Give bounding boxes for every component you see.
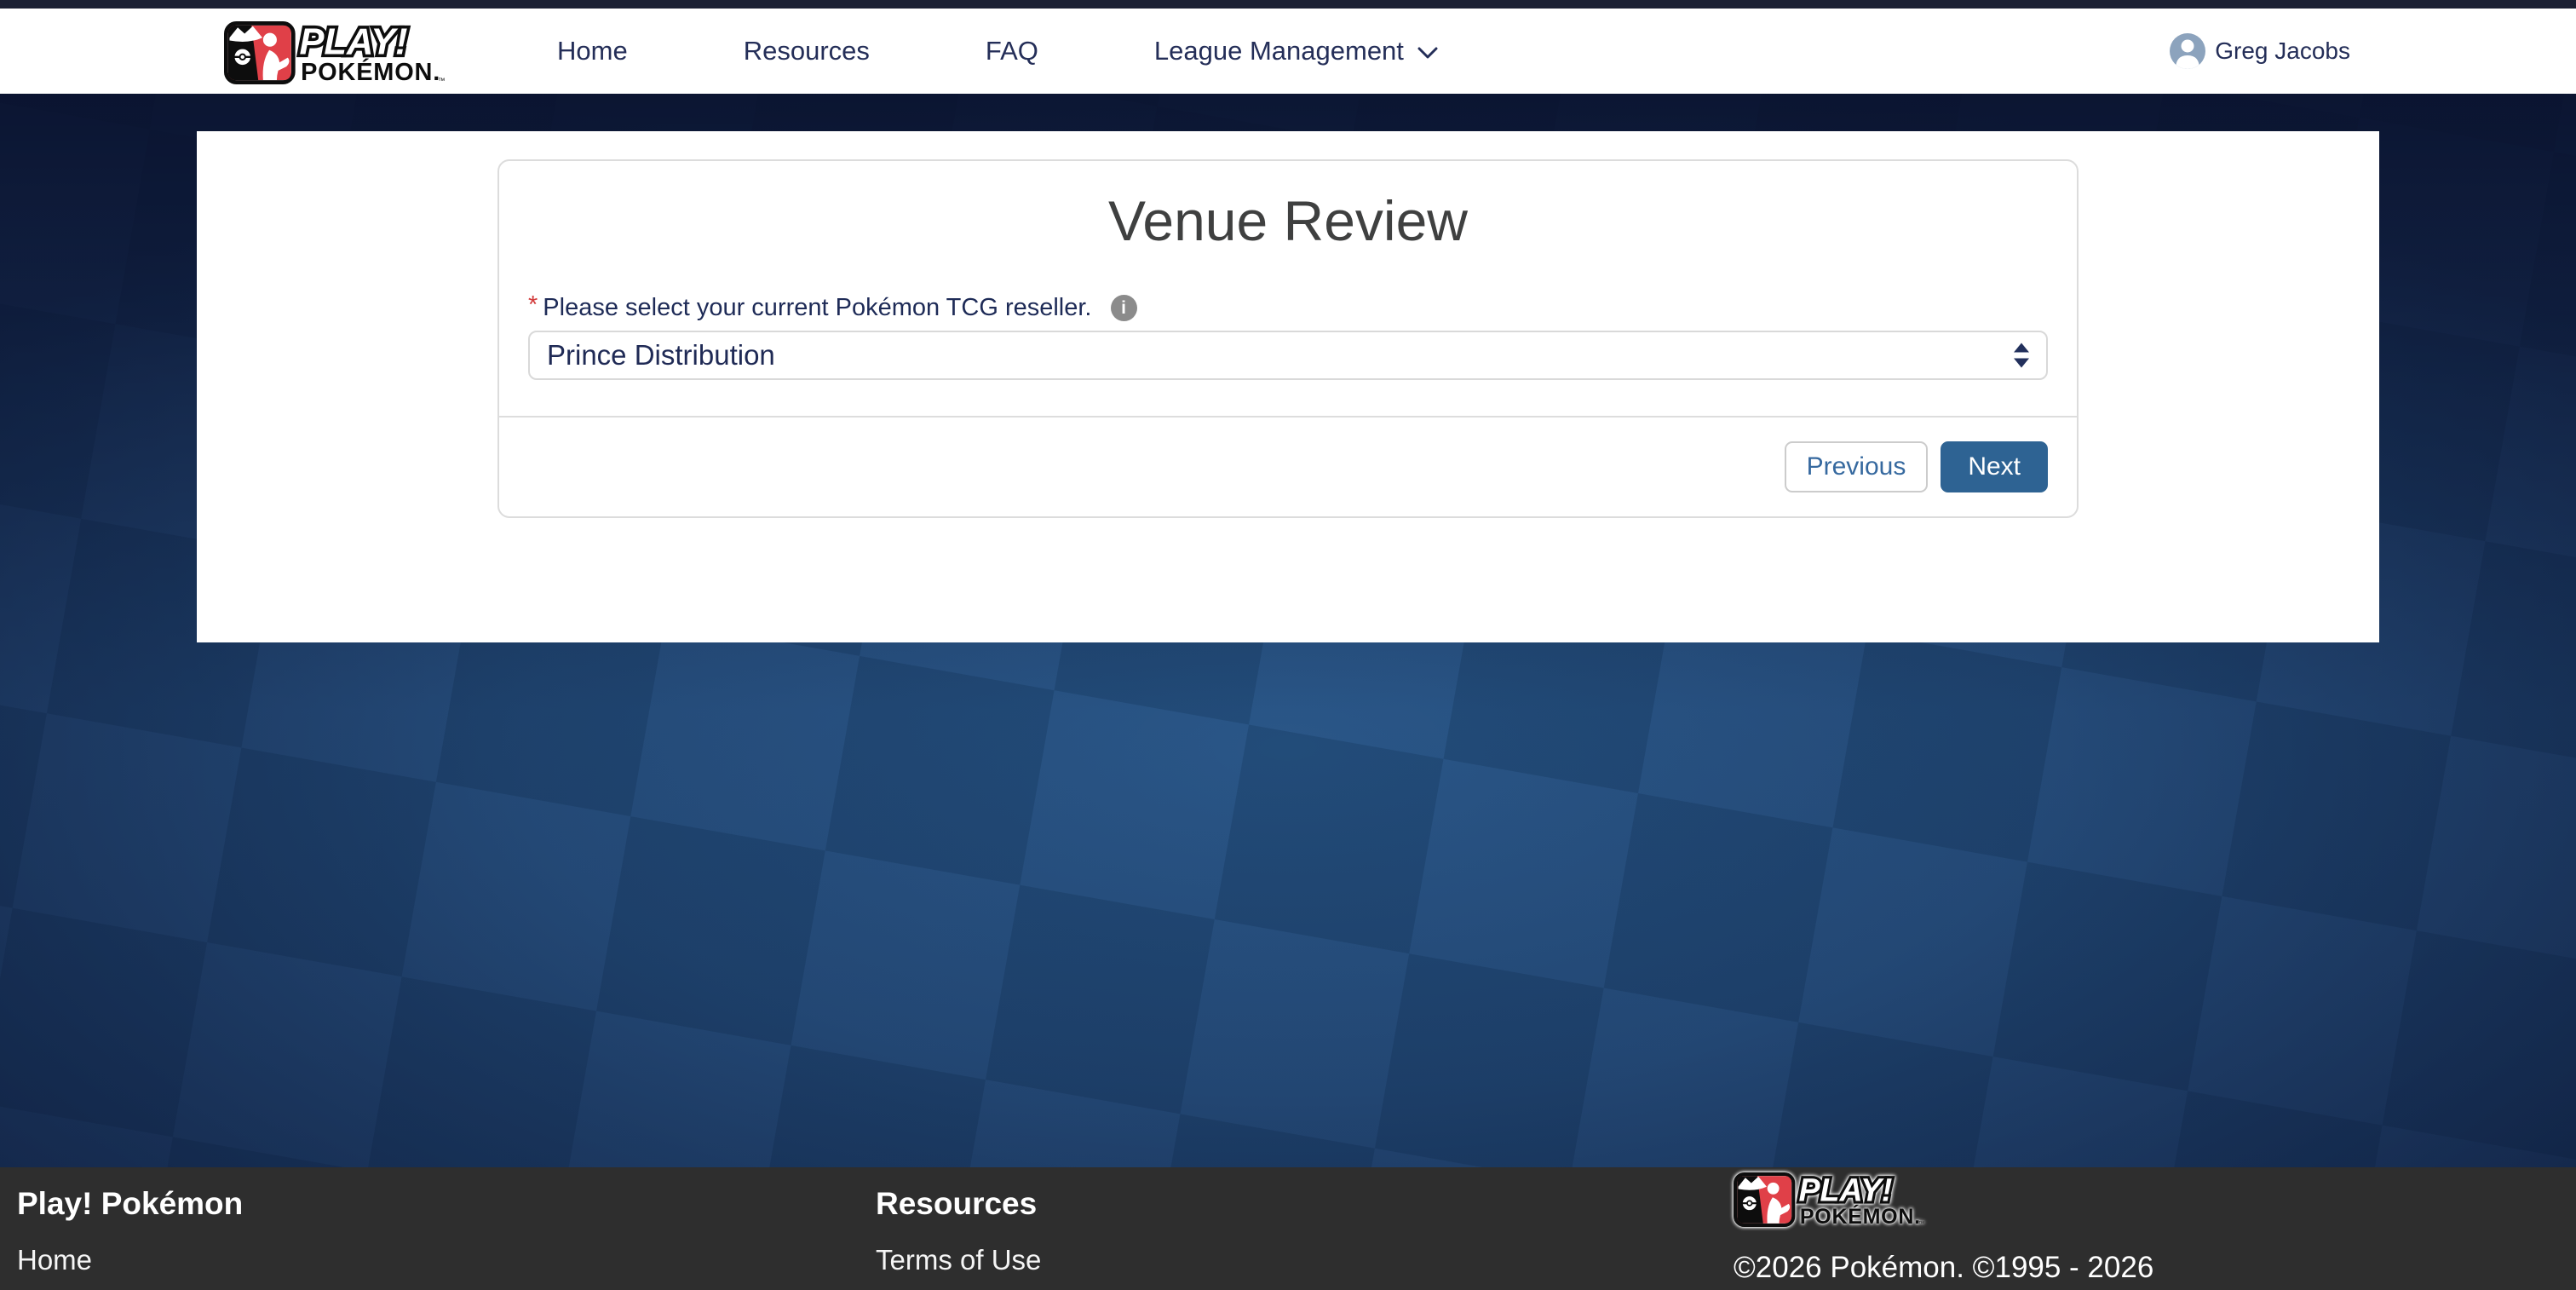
next-button[interactable]: Next xyxy=(1941,441,2048,492)
reseller-select[interactable]: Prince Distribution xyxy=(528,331,2048,380)
footer-heading-resources: Resources xyxy=(876,1185,1055,1223)
card-actions: Previous Next xyxy=(499,418,2077,492)
footer-play-pokemon-logo-graphic: PLAY! POKÉMON. ™ xyxy=(1734,1172,1933,1227)
navbar: PLAY! POKÉMON. ™ Home Resources FAQ Leag… xyxy=(0,9,2576,94)
spinner-up-arrow-icon xyxy=(2014,343,2029,353)
required-marker: * xyxy=(528,291,538,320)
top-strip xyxy=(0,0,2576,9)
nav-item-home[interactable]: Home xyxy=(557,36,628,66)
avatar xyxy=(2170,33,2205,69)
footer-logo-tm-mark: ™ xyxy=(1918,1220,1925,1227)
user-name: Greg Jacobs xyxy=(2215,37,2350,65)
play-pokemon-logo[interactable]: PLAY! POKÉMON. ™ xyxy=(224,21,454,84)
page-title: Venue Review xyxy=(499,187,2077,255)
primary-nav: Home Resources FAQ League Management xyxy=(557,9,1438,94)
reseller-select-value: Prince Distribution xyxy=(547,339,775,371)
footer-column-resources: Resources Terms of Use Privacy Notice xyxy=(876,1167,1055,1290)
footer-heading-play-pokemon: Play! Pokémon xyxy=(17,1185,243,1223)
reseller-field-label-row: * Please select your current Pokémon TCG… xyxy=(528,294,2048,322)
select-spinner-icon xyxy=(2014,343,2029,368)
nav-item-league-management[interactable]: League Management xyxy=(1154,36,1438,66)
nav-item-home-label: Home xyxy=(557,36,628,66)
footer-link-my-settings[interactable]: My Settings xyxy=(17,1285,243,1290)
footer-link-terms-of-use[interactable]: Terms of Use xyxy=(876,1243,1055,1277)
nav-item-resources-label: Resources xyxy=(744,36,870,66)
nav-item-league-management-label: League Management xyxy=(1154,36,1404,66)
nav-item-resources[interactable]: Resources xyxy=(744,36,870,66)
footer-link-home[interactable]: Home xyxy=(17,1243,243,1277)
logo-play-text: PLAY! xyxy=(299,22,407,63)
footer-logo-pokemon-text: POKÉMON. xyxy=(1800,1204,1921,1227)
nav-item-faq[interactable]: FAQ xyxy=(986,36,1038,66)
reseller-field-label: Please select your current Pokémon TCG r… xyxy=(543,294,1091,322)
footer-link-privacy-notice[interactable]: Privacy Notice xyxy=(876,1285,1055,1290)
play-pokemon-logo-graphic: PLAY! POKÉMON. ™ xyxy=(224,21,454,84)
footer-column-brand: PLAY! POKÉMON. ™ ©2026 Pokémon. ©1995 - … xyxy=(1734,1167,2153,1285)
info-icon-glyph: i xyxy=(1121,298,1126,319)
content-panel: Venue Review * Please select your curren… xyxy=(197,131,2379,642)
spinner-down-arrow-icon xyxy=(2014,359,2029,368)
info-icon[interactable]: i xyxy=(1111,295,1137,321)
previous-button[interactable]: Previous xyxy=(1785,441,1929,492)
nav-item-faq-label: FAQ xyxy=(986,36,1038,66)
logo-pokemon-text: POKÉMON. xyxy=(301,57,440,84)
chevron-down-icon xyxy=(1417,36,1438,66)
user-menu[interactable]: Greg Jacobs xyxy=(2170,9,2350,94)
footer-logo-play-text: PLAY! xyxy=(1799,1172,1893,1207)
copyright-text: ©2026 Pokémon. ©1995 - 2026 xyxy=(1734,1251,2153,1285)
person-icon xyxy=(2170,33,2205,69)
footer-column-play-pokemon: Play! Pokémon Home My Settings xyxy=(17,1167,243,1290)
footer: Play! Pokémon Home My Settings Resources… xyxy=(0,1167,2576,1290)
logo-tm-mark: ™ xyxy=(438,76,446,84)
venue-review-card: Venue Review * Please select your curren… xyxy=(497,159,2079,518)
footer-play-pokemon-logo: PLAY! POKÉMON. ™ xyxy=(1734,1172,2153,1227)
